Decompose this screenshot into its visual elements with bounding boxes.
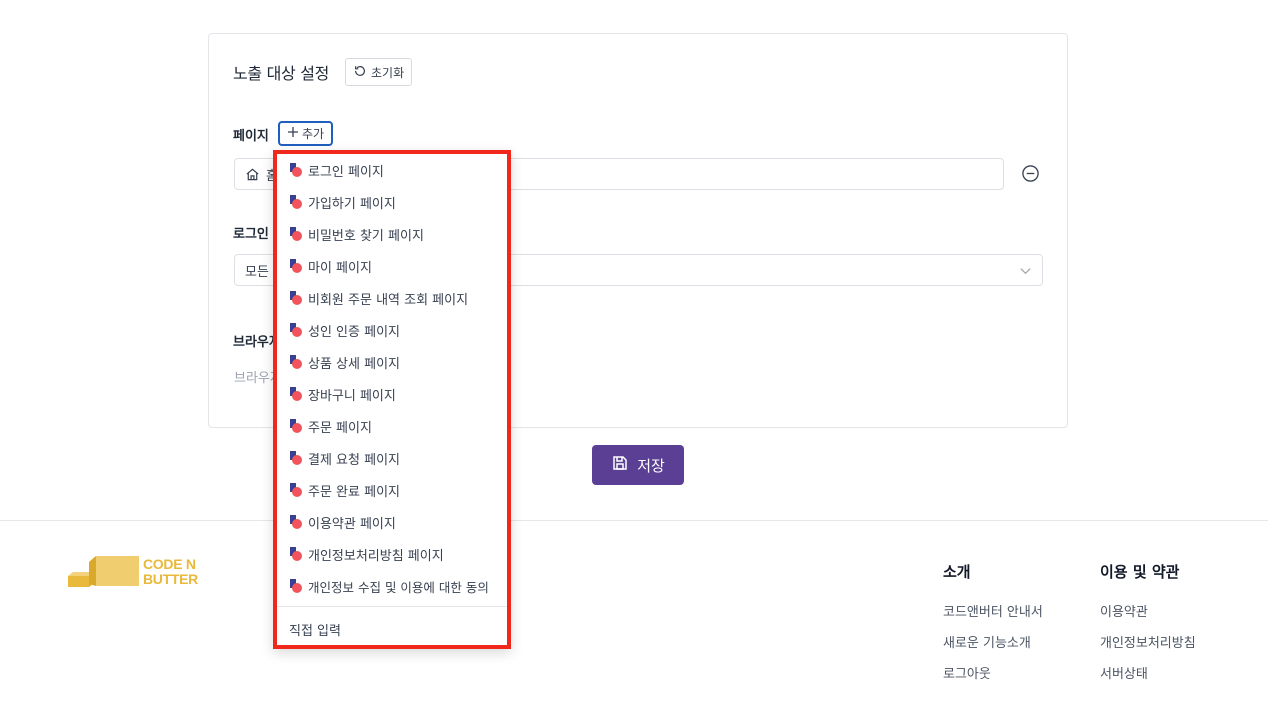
home-icon <box>245 167 260 182</box>
footer-link-terms[interactable]: 이용약관 <box>1100 601 1196 620</box>
page-icon <box>289 451 302 465</box>
dropdown-item[interactable]: 주문 페이지 <box>289 415 372 437</box>
dropdown-item-label: 마이 페이지 <box>308 260 372 276</box>
footer-divider <box>0 520 1268 521</box>
plus-icon <box>287 126 299 141</box>
dropdown-item[interactable]: 이용약관 페이지 <box>289 511 396 533</box>
page-icon <box>289 355 302 369</box>
footer-col-title: 이용 및 약관 <box>1100 563 1180 581</box>
page-icon <box>289 579 302 593</box>
reset-button[interactable]: 초기화 <box>345 58 413 86</box>
dropdown-item-label: 주문 완료 페이지 <box>308 484 400 500</box>
page-icon <box>289 227 302 241</box>
dropdown-item[interactable]: 성인 인증 페이지 <box>289 319 400 341</box>
footer-col-about: 소개 코드앤버터 안내서 새로운 기능소개 로그아웃 <box>943 561 1043 694</box>
page-icon <box>289 323 302 337</box>
direct-input-option[interactable]: 직접 입력 <box>289 620 341 639</box>
dropdown-item[interactable]: 개인정보처리방침 페이지 <box>289 543 444 565</box>
footer-link-guide[interactable]: 코드앤버터 안내서 <box>943 601 1043 620</box>
page-icon <box>289 163 302 177</box>
page-icon <box>289 195 302 209</box>
remove-page-button[interactable] <box>1021 164 1040 183</box>
login-section-label: 로그인 <box>233 227 269 242</box>
login-select-value: 모든 <box>245 264 269 280</box>
save-icon <box>611 454 629 476</box>
add-label: 추가 <box>302 127 325 141</box>
logo-text: CODE N BUTTER <box>143 557 198 587</box>
page-icon <box>289 419 302 433</box>
add-page-button[interactable]: 추가 <box>278 121 334 146</box>
footer-link-features[interactable]: 새로운 기능소개 <box>943 632 1043 651</box>
footer-link-logout[interactable]: 로그아웃 <box>943 663 1043 682</box>
dropdown-item-label: 비회원 주문 내역 조회 페이지 <box>308 292 469 308</box>
logo-line2: BUTTER <box>143 571 198 587</box>
dropdown-item-label: 이용약관 페이지 <box>308 516 396 532</box>
card-title: 노출 대상 설정 <box>233 64 330 83</box>
dropdown-item[interactable]: 비밀번호 찾기 페이지 <box>289 223 424 245</box>
dropdown-item-label: 개인정보 수집 및 이용에 대한 동의 <box>308 579 489 595</box>
dropdown-item-label: 결제 요청 페이지 <box>308 452 400 468</box>
dropdown-item-label: 성인 인증 페이지 <box>308 324 400 340</box>
refresh-icon <box>353 64 367 81</box>
save-button[interactable]: 저장 <box>592 445 684 485</box>
dropdown-item[interactable]: 장바구니 페이지 <box>289 383 396 405</box>
footer-col-title: 소개 <box>943 563 971 581</box>
dropdown-item-label: 비밀번호 찾기 페이지 <box>308 228 424 244</box>
dropdown-item-label: 개인정보처리방침 페이지 <box>308 548 444 564</box>
dropdown-item[interactable]: 개인정보 수집 및 이용에 대한 동의 <box>289 575 489 597</box>
dropdown-item-label: 상품 상세 페이지 <box>308 356 400 372</box>
page-icon <box>289 291 302 305</box>
dropdown-item[interactable]: 로그인 페이지 <box>289 159 384 181</box>
minus-circle-icon <box>1022 165 1039 182</box>
footer-col-terms: 이용 및 약관 이용약관 개인정보처리방침 서버상태 <box>1100 561 1196 694</box>
page-section-label: 페이지 <box>233 129 269 144</box>
dropdown-item[interactable]: 비회원 주문 내역 조회 페이지 <box>289 287 468 309</box>
dropdown-item-label: 주문 페이지 <box>308 420 372 436</box>
dropdown-item[interactable]: 주문 완료 페이지 <box>289 479 400 501</box>
dropdown-item-label: 로그인 페이지 <box>308 164 384 180</box>
page-icon <box>289 387 302 401</box>
dropdown-item-label: 가입하기 페이지 <box>308 196 396 212</box>
dropdown-item[interactable]: 상품 상세 페이지 <box>289 351 400 373</box>
dropdown-item[interactable]: 마이 페이지 <box>289 255 372 277</box>
logo-line1: CODE N <box>143 556 196 572</box>
page-icon <box>289 515 302 529</box>
dropdown-item-label: 장바구니 페이지 <box>308 388 396 404</box>
chevron-down-icon <box>1019 264 1032 277</box>
save-label: 저장 <box>637 456 665 475</box>
dropdown-divider <box>277 606 507 607</box>
footer-link-privacy[interactable]: 개인정보처리방침 <box>1100 632 1196 651</box>
reset-label: 초기화 <box>371 65 405 80</box>
page-icon <box>289 547 302 561</box>
dropdown-item[interactable]: 결제 요청 페이지 <box>289 447 400 469</box>
footer-link-status[interactable]: 서버상태 <box>1100 663 1196 682</box>
dropdown-item[interactable]: 가입하기 페이지 <box>289 191 396 213</box>
page-dropdown-menu: 로그인 페이지 가입하기 페이지 비밀번호 찾기 페이지 마이 페이지 비회원 … <box>273 150 511 649</box>
page-icon <box>289 259 302 273</box>
page-icon <box>289 483 302 497</box>
